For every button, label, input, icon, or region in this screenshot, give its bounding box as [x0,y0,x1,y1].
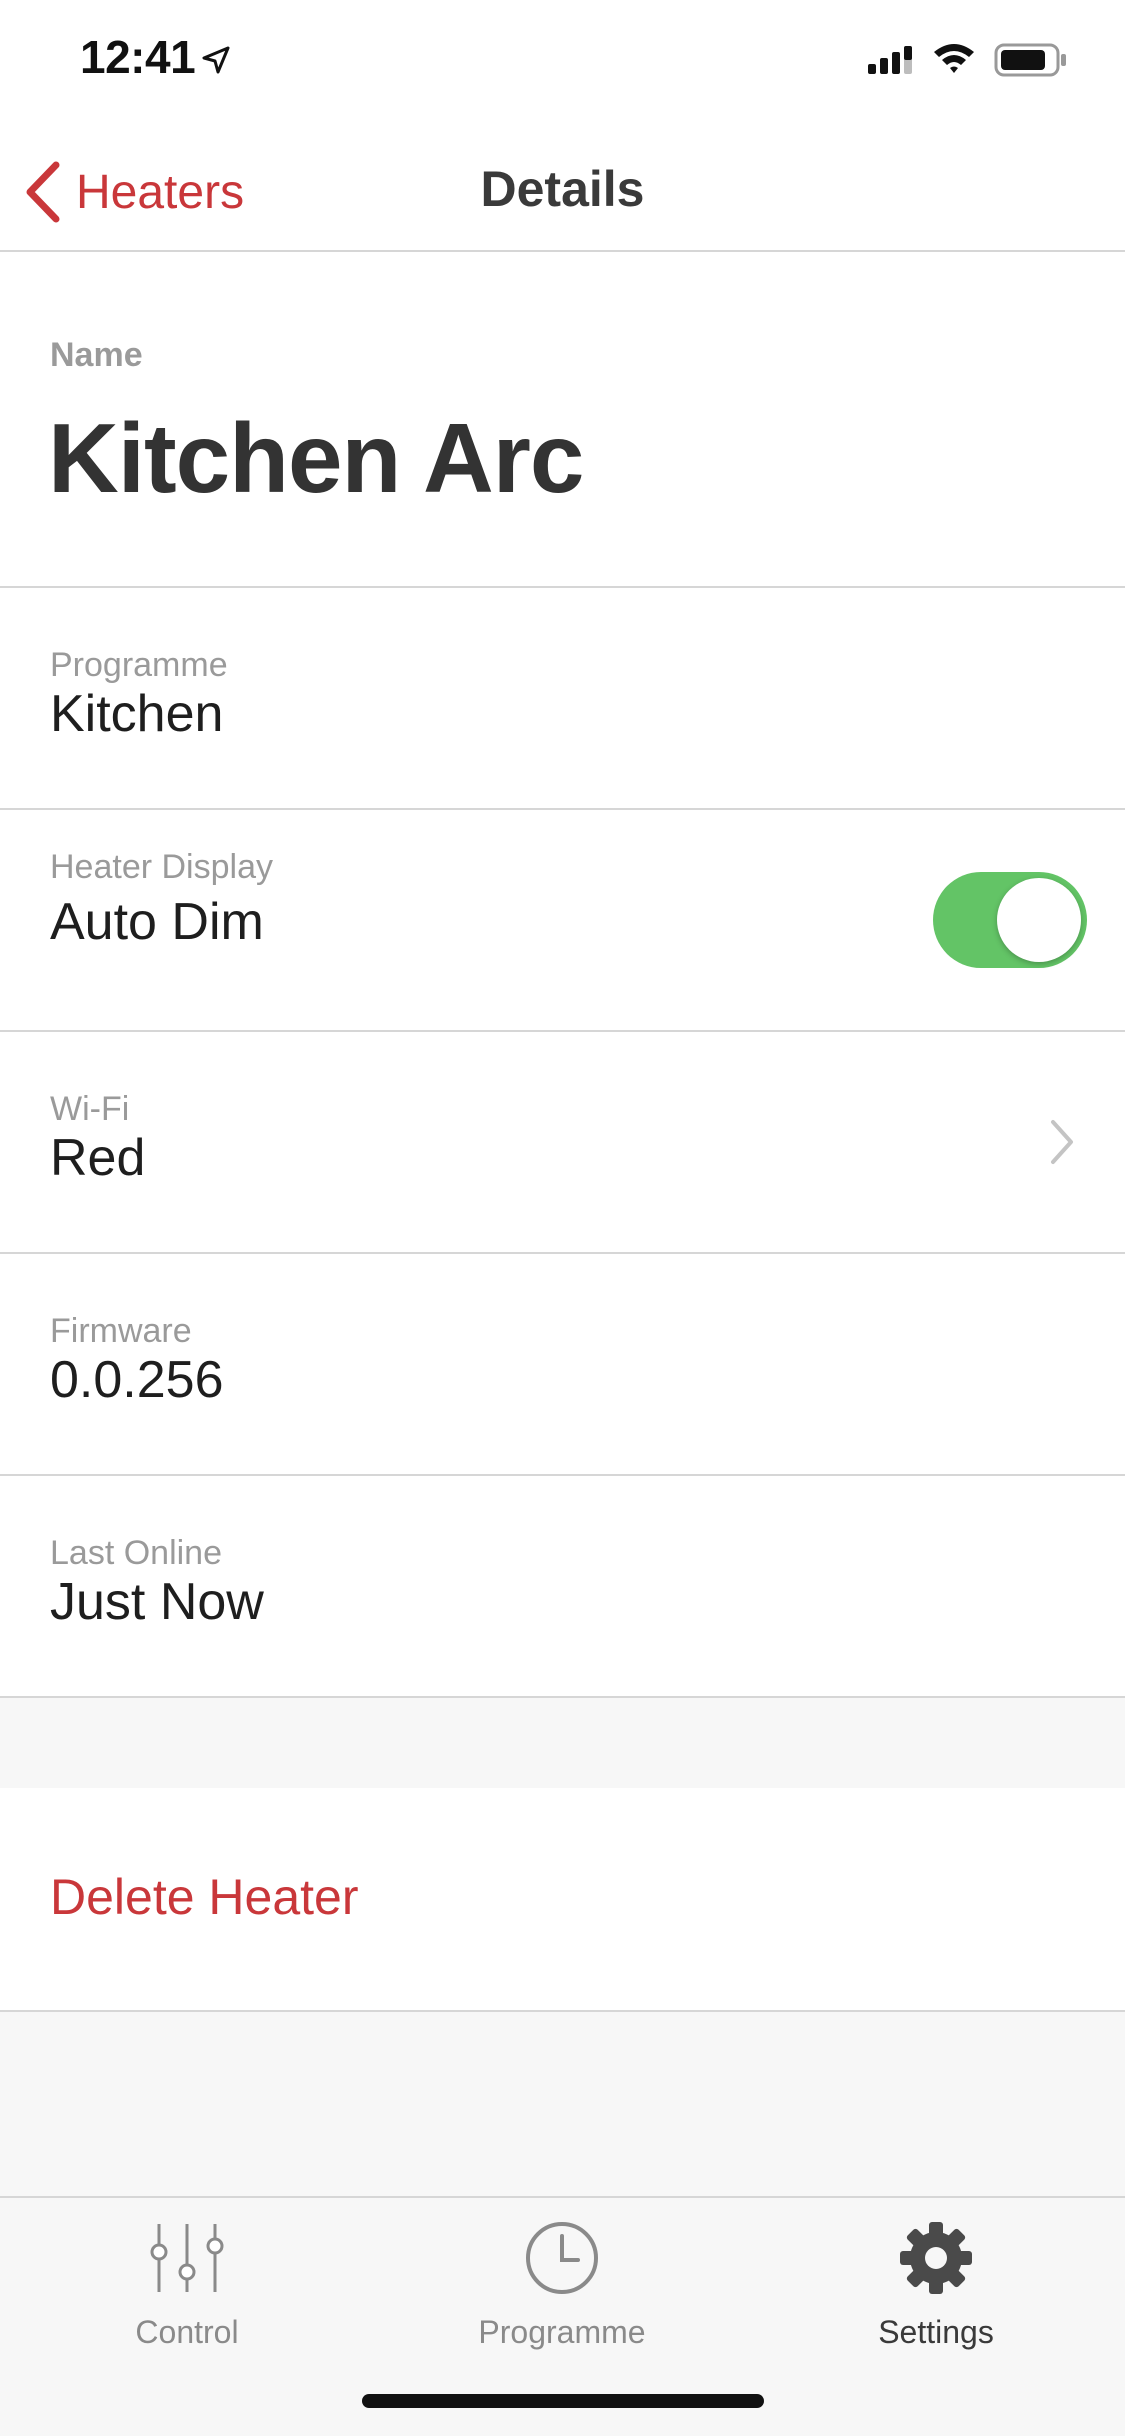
heater-name: Kitchen Arc [48,403,584,513]
programme-value: Kitchen [50,685,224,743]
last-online-label: Last Online [50,1534,222,1572]
firmware-label: Firmware [50,1312,192,1350]
heater-display-row: Heater Display Auto Dim [0,810,1125,1032]
programme-row: Programme Kitchen [0,588,1125,810]
heater-display-value: Auto Dim [50,893,264,951]
status-bar: 12:41 [0,0,1125,132]
cellular-signal-icon [868,46,912,74]
tab-control-label: Control [135,2314,239,2350]
page-title: Details [480,161,645,217]
status-time: 12:41 [80,31,196,83]
wifi-row[interactable]: Wi-Fi Red [0,1032,1125,1254]
clock-icon [526,2222,598,2294]
home-indicator[interactable] [362,2394,764,2408]
battery-icon [994,43,1066,77]
auto-dim-toggle[interactable] [933,872,1087,968]
programme-label: Programme [50,646,228,684]
heater-display-label: Heater Display [50,848,273,886]
wifi-label: Wi-Fi [50,1090,130,1128]
navigation-bar: Heaters Details [0,132,1125,252]
toggle-knob [997,878,1081,962]
tab-settings-label: Settings [878,2314,994,2350]
tab-programme-label: Programme [478,2314,646,2350]
sliders-icon [150,2224,224,2292]
wifi-icon [934,44,974,73]
firmware-row: Firmware 0.0.256 [0,1254,1125,1476]
name-label: Name [50,336,143,374]
details-screen: 12:41 Heaters Details Name Kitchen Arc P… [0,0,1125,2436]
gear-icon [900,2222,972,2294]
delete-heater-button[interactable]: Delete Heater [0,1788,1125,2012]
tab-programme[interactable]: Programme [412,2218,712,2358]
name-row: Name Kitchen Arc [0,252,1125,588]
delete-heater-label: Delete Heater [50,1869,359,1925]
wifi-value: Red [50,1129,146,1187]
tab-control[interactable]: Control [37,2218,337,2358]
tab-settings[interactable]: Settings [786,2218,1086,2358]
last-online-value: Just Now [50,1573,264,1631]
location-arrow-icon [202,46,230,74]
chevron-right-icon [1051,1120,1073,1164]
firmware-value: 0.0.256 [50,1351,224,1409]
last-online-row: Last Online Just Now [0,1476,1125,1698]
